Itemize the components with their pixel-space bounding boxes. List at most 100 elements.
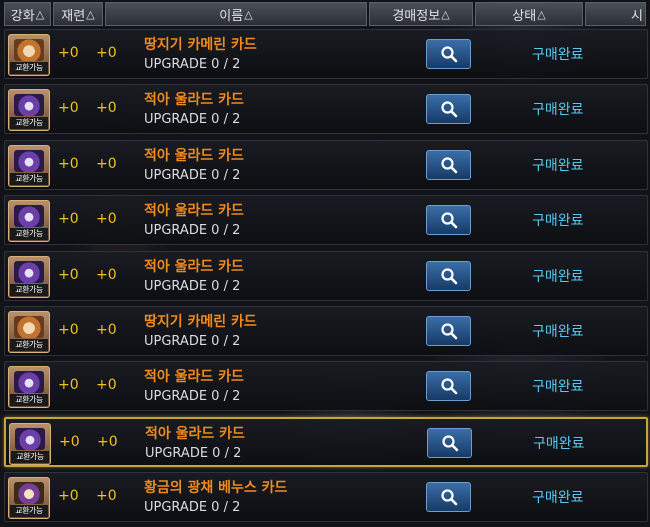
upgrade-count: UPGRADE 0 / 2	[144, 57, 241, 72]
auction-row[interactable]: 교환가능 +0 +0 땅지기 카메린 카드 UPGRADE 0 / 2 구매완료	[4, 306, 648, 356]
card-item-icon[interactable]: 교환가능	[8, 311, 50, 353]
item-name: 적아 울라드 카드	[144, 259, 244, 275]
card-item-icon[interactable]: 교환가능	[9, 423, 51, 465]
auction-row[interactable]: 교환가능 +0 +0 적아 울라드 카드 UPGRADE 0 / 2 구매완료	[4, 195, 648, 245]
auction-info-button[interactable]	[426, 482, 471, 512]
purchase-status: 구매완료	[532, 158, 584, 174]
table-header: 강화 △ 재련 △ 이름 △ 경매정보 △ 상태 △ 시	[0, 0, 650, 28]
tradeable-tag: 교환가능	[10, 173, 48, 185]
magnifier-icon	[440, 157, 457, 174]
upgrade-count: UPGRADE 0 / 2	[144, 500, 241, 515]
tradeable-tag: 교환가능	[10, 394, 48, 406]
card-item-icon[interactable]: 교환가능	[8, 256, 50, 298]
card-item-icon[interactable]: 교환가능	[8, 366, 50, 408]
magnifier-icon	[440, 323, 457, 340]
upgrade-count: UPGRADE 0 / 2	[144, 334, 241, 349]
card-art-icon	[14, 94, 44, 116]
enhance-value: +0	[58, 100, 79, 116]
column-header-name-label: 이름	[219, 8, 244, 24]
upgrade-count: UPGRADE 0 / 2	[144, 112, 241, 127]
enhance-value: +0	[58, 322, 79, 338]
card-art-icon	[14, 371, 44, 393]
enhance-value: +0	[58, 45, 79, 61]
card-art-icon	[14, 150, 44, 172]
auction-row[interactable]: 교환가능 +0 +0 적아 울라드 카드 UPGRADE 0 / 2 구매완료	[4, 417, 648, 467]
column-header-status[interactable]: 상태 △	[475, 2, 583, 26]
tradeable-tag: 교환가능	[10, 228, 48, 240]
column-header-auction-info[interactable]: 경매정보 △	[369, 2, 473, 26]
column-header-refine[interactable]: 재련 △	[53, 2, 103, 26]
purchase-status: 구매완료	[532, 102, 584, 118]
item-name: 땅지기 카메린 카드	[144, 314, 257, 330]
card-item-icon[interactable]: 교환가능	[8, 477, 50, 519]
purchase-status: 구매완료	[532, 379, 584, 395]
refine-value: +0	[96, 267, 117, 283]
purchase-status: 구매완료	[532, 490, 584, 506]
column-header-auction-info-label: 경매정보	[392, 8, 441, 24]
sort-arrow-icon: △	[244, 7, 253, 21]
enhance-value: +0	[58, 156, 79, 172]
enhance-value: +0	[58, 488, 79, 504]
enhance-value: +0	[58, 377, 79, 393]
item-name: 적아 울라드 카드	[144, 92, 244, 108]
purchase-status: 구매완료	[532, 213, 584, 229]
refine-value: +0	[96, 45, 117, 61]
magnifier-icon	[440, 489, 457, 506]
item-name: 적아 울라드 카드	[144, 148, 244, 164]
refine-value: +0	[96, 322, 117, 338]
auction-row[interactable]: 교환가능 +0 +0 적아 울라드 카드 UPGRADE 0 / 2 구매완료	[4, 140, 648, 190]
tradeable-tag: 교환가능	[10, 62, 48, 74]
item-name: 적아 울라드 카드	[144, 369, 244, 385]
magnifier-icon	[440, 268, 457, 285]
column-header-name[interactable]: 이름 △	[105, 2, 367, 26]
upgrade-count: UPGRADE 0 / 2	[144, 389, 241, 404]
sort-arrow-icon: △	[86, 7, 95, 21]
card-item-icon[interactable]: 교환가능	[8, 89, 50, 131]
purchase-status: 구매완료	[532, 269, 584, 285]
upgrade-count: UPGRADE 0 / 2	[145, 446, 242, 461]
card-art-icon	[15, 428, 45, 450]
enhance-value: +0	[58, 267, 79, 283]
tradeable-tag: 교환가능	[10, 505, 48, 517]
refine-value: +0	[96, 211, 117, 227]
auction-row[interactable]: 교환가능 +0 +0 적아 울라드 카드 UPGRADE 0 / 2 구매완료	[4, 84, 648, 134]
refine-value: +0	[96, 488, 117, 504]
refine-value: +0	[97, 434, 118, 450]
auction-info-button[interactable]	[426, 39, 471, 69]
sort-arrow-icon: △	[441, 7, 450, 21]
refine-value: +0	[96, 156, 117, 172]
purchase-status: 구매완료	[532, 324, 584, 340]
magnifier-icon	[440, 101, 457, 118]
auction-info-button[interactable]	[426, 261, 471, 291]
auction-info-button[interactable]	[426, 371, 471, 401]
card-art-icon	[14, 39, 44, 61]
auction-info-button[interactable]	[427, 428, 472, 458]
magnifier-icon	[440, 46, 457, 63]
auction-info-button[interactable]	[426, 94, 471, 124]
auction-row[interactable]: 교환가능 +0 +0 적아 울라드 카드 UPGRADE 0 / 2 구매완료	[4, 361, 648, 411]
item-name: 황금의 광채 베누스 카드	[144, 480, 288, 496]
auction-row[interactable]: 교환가능 +0 +0 적아 울라드 카드 UPGRADE 0 / 2 구매완료	[4, 251, 648, 301]
auction-info-button[interactable]	[426, 150, 471, 180]
column-header-status-label: 상태	[512, 8, 537, 24]
auction-info-button[interactable]	[426, 316, 471, 346]
card-art-icon	[14, 482, 44, 504]
column-header-enhance[interactable]: 강화 △	[4, 2, 51, 26]
refine-value: +0	[96, 377, 117, 393]
auction-info-button[interactable]	[426, 205, 471, 235]
card-item-icon[interactable]: 교환가능	[8, 34, 50, 76]
sort-arrow-icon: △	[35, 7, 45, 21]
upgrade-count: UPGRADE 0 / 2	[144, 279, 241, 294]
item-name: 적아 울라드 카드	[144, 203, 244, 219]
enhance-value: +0	[59, 434, 80, 450]
card-art-icon	[14, 205, 44, 227]
magnifier-icon	[440, 378, 457, 395]
auction-row[interactable]: 교환가능 +0 +0 황금의 광채 베누스 카드 UPGRADE 0 / 2 구…	[4, 472, 648, 522]
item-name: 적아 울라드 카드	[145, 426, 245, 442]
card-item-icon[interactable]: 교환가능	[8, 200, 50, 242]
tradeable-tag: 교환가능	[10, 284, 48, 296]
column-header-time-label: 시	[631, 8, 643, 24]
auction-row[interactable]: 교환가능 +0 +0 땅지기 카메린 카드 UPGRADE 0 / 2 구매완료	[4, 29, 648, 79]
card-item-icon[interactable]: 교환가능	[8, 145, 50, 187]
column-header-time[interactable]: 시	[585, 2, 646, 26]
